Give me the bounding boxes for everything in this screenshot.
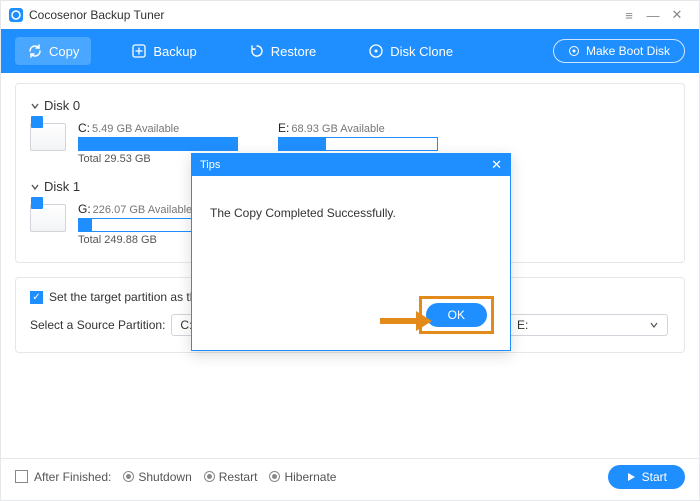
part-c-label: C: — [78, 121, 90, 135]
source-label: Select a Source Partition: — [30, 318, 165, 332]
annotation-arrow-icon — [378, 309, 434, 333]
part-c-avail: 5.49 GB Available — [92, 123, 179, 135]
footer: After Finished: Shutdown Restart Hiberna… — [1, 458, 699, 494]
tab-diskclone[interactable]: Disk Clone — [356, 37, 465, 65]
dialog-titlebar: Tips ✕ — [192, 154, 510, 176]
dialog-body: The Copy Completed Successfully. — [192, 176, 510, 286]
menu-icon[interactable]: ≡ — [617, 8, 641, 23]
toolbar: Copy Backup Restore Disk Clone Make Boot… — [1, 29, 699, 73]
dialog-close-icon[interactable]: ✕ — [491, 157, 502, 173]
make-boot-label: Make Boot Disk — [586, 44, 670, 58]
hdd-icon — [30, 123, 66, 151]
part-e-bar[interactable] — [278, 137, 438, 151]
dialog-message: The Copy Completed Successfully. — [210, 206, 396, 220]
after-finished-label: After Finished: — [34, 470, 111, 484]
app-logo-icon — [9, 8, 23, 22]
start-button[interactable]: Start — [608, 465, 685, 489]
plus-box-icon — [131, 43, 147, 59]
close-icon[interactable]: ✕ — [665, 7, 689, 23]
radio-hibernate[interactable] — [269, 471, 280, 482]
app-title: Cocosenor Backup Tuner — [29, 8, 164, 22]
chevron-down-icon — [649, 320, 659, 330]
radio-hibernate-label: Hibernate — [284, 470, 336, 484]
tips-dialog: Tips ✕ The Copy Completed Successfully. … — [191, 153, 511, 351]
chevron-down-icon — [30, 101, 40, 111]
part-e-label: E: — [278, 121, 289, 135]
tab-copy[interactable]: Copy — [15, 37, 91, 65]
target-select[interactable]: E: — [508, 314, 668, 336]
tab-backup[interactable]: Backup — [119, 37, 208, 65]
disk0-name: Disk 0 — [44, 98, 80, 113]
refresh-icon — [27, 43, 43, 59]
start-label: Start — [642, 470, 667, 484]
checkbox-checked-icon[interactable]: ✓ — [30, 291, 43, 304]
part-e-avail: 68.93 GB Available — [291, 123, 384, 135]
part-g-avail: 226.07 GB Available — [93, 204, 192, 216]
gear-icon — [568, 45, 580, 57]
tab-diskclone-label: Disk Clone — [390, 44, 453, 59]
disk1-name: Disk 1 — [44, 179, 80, 194]
ok-label: OK — [448, 308, 465, 322]
radio-restart-label: Restart — [219, 470, 258, 484]
tab-restore[interactable]: Restore — [237, 37, 329, 65]
radio-shutdown-label: Shutdown — [138, 470, 191, 484]
chevron-down-icon — [30, 182, 40, 192]
after-finished-checkbox[interactable] — [15, 470, 28, 483]
restore-icon — [249, 43, 265, 59]
titlebar: Cocosenor Backup Tuner ≡ — ✕ — [1, 1, 699, 29]
dialog-footer: OK — [192, 286, 510, 350]
target-value: E: — [517, 318, 528, 332]
hdd-icon — [30, 204, 66, 232]
part-g-label: G: — [78, 202, 91, 216]
make-boot-disk-button[interactable]: Make Boot Disk — [553, 39, 685, 63]
minimize-icon[interactable]: — — [641, 8, 665, 23]
tab-copy-label: Copy — [49, 44, 79, 59]
play-icon — [626, 472, 636, 482]
disk-icon — [368, 43, 384, 59]
tab-backup-label: Backup — [153, 44, 196, 59]
ok-button[interactable]: OK — [426, 303, 487, 327]
dialog-title: Tips — [200, 159, 220, 171]
tab-restore-label: Restore — [271, 44, 317, 59]
part-c-bar[interactable] — [78, 137, 238, 151]
radio-restart[interactable] — [204, 471, 215, 482]
radio-shutdown[interactable] — [123, 471, 134, 482]
disk-header-0[interactable]: Disk 0 — [30, 98, 670, 113]
